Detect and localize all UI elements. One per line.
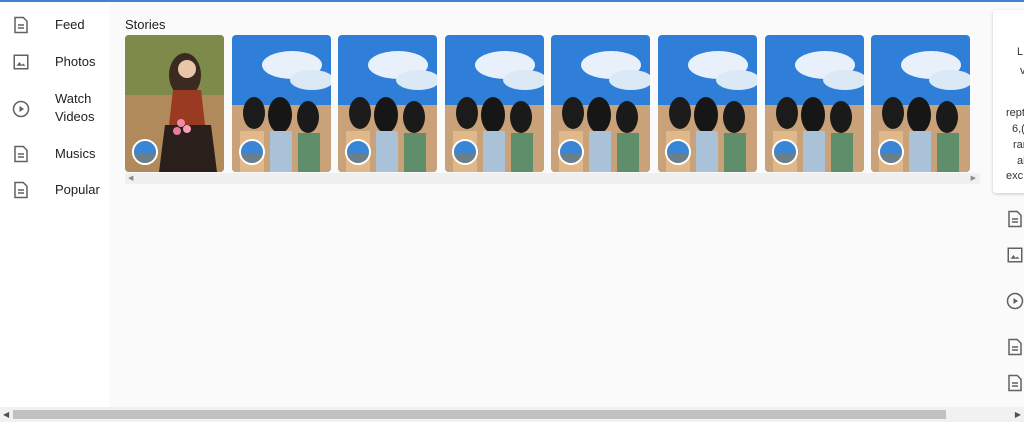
card-text: L [1017,46,1024,58]
avatar [558,139,584,165]
play-circle-icon[interactable] [1006,292,1024,310]
scroll-right-arrow-icon[interactable]: ▶ [971,175,976,182]
scroll-right-arrow-icon[interactable]: ▶ [1015,410,1021,419]
play-circle-icon [12,100,30,118]
scroll-left-arrow-icon[interactable]: ◀ [3,410,9,419]
card-text: 6,( [1012,123,1024,135]
stories-title: Stories [125,17,166,32]
avatar [132,139,158,165]
stories-list[interactable] [125,35,980,172]
stories-scrollbar[interactable]: ◀ ▶ [125,173,980,184]
image-icon[interactable] [1006,246,1024,264]
story-card[interactable] [658,35,757,172]
avatar [345,139,371,165]
avatar [452,139,478,165]
sidebar-item-label: Feed [55,17,85,32]
document-icon [14,16,28,34]
sidebar: Feed Photos Watch Videos Musics Popular [0,2,110,407]
card-text: exc [1006,170,1024,182]
story-card[interactable] [125,35,224,172]
story-card[interactable] [445,35,544,172]
document-icon [14,181,28,199]
image-icon [13,54,29,70]
sidebar-item-photos[interactable]: Photos [0,53,110,71]
page-horizontal-scrollbar[interactable]: ◀ ▶ [0,407,1024,422]
card-text: rept [1006,107,1024,119]
sidebar-item-label: Watch Videos [55,91,95,124]
document-icon[interactable] [1006,210,1024,228]
sidebar-item-label: Popular [55,182,100,197]
sidebar-item-musics[interactable]: Musics [0,145,110,163]
sidebar-item-label: Musics [55,146,96,161]
card-text: v [1020,65,1024,77]
story-card[interactable] [551,35,650,172]
story-card[interactable] [871,35,970,172]
avatar [665,139,691,165]
sidebar-item-feed[interactable]: Feed [0,16,110,34]
scrollbar-thumb[interactable] [13,410,946,419]
scroll-left-arrow-icon[interactable]: ◀ [128,175,133,182]
avatar [878,139,904,165]
document-icon[interactable] [1006,338,1024,356]
document-icon [14,145,28,163]
card-text: rar [1013,139,1024,151]
story-card[interactable] [232,35,331,172]
story-card[interactable] [765,35,864,172]
sidebar-item-watch-videos[interactable]: Watch Videos [0,90,110,128]
story-card[interactable] [338,35,437,172]
top-accent-bar [0,0,1024,2]
sidebar-item-popular[interactable]: Popular [0,181,110,199]
card-text: al [1017,155,1024,167]
sidebar-item-label: Photos [55,54,96,69]
right-info-card: L v rept 6,( rar al exc [993,10,1024,193]
avatar [772,139,798,165]
document-icon[interactable] [1006,374,1024,392]
avatar [239,139,265,165]
